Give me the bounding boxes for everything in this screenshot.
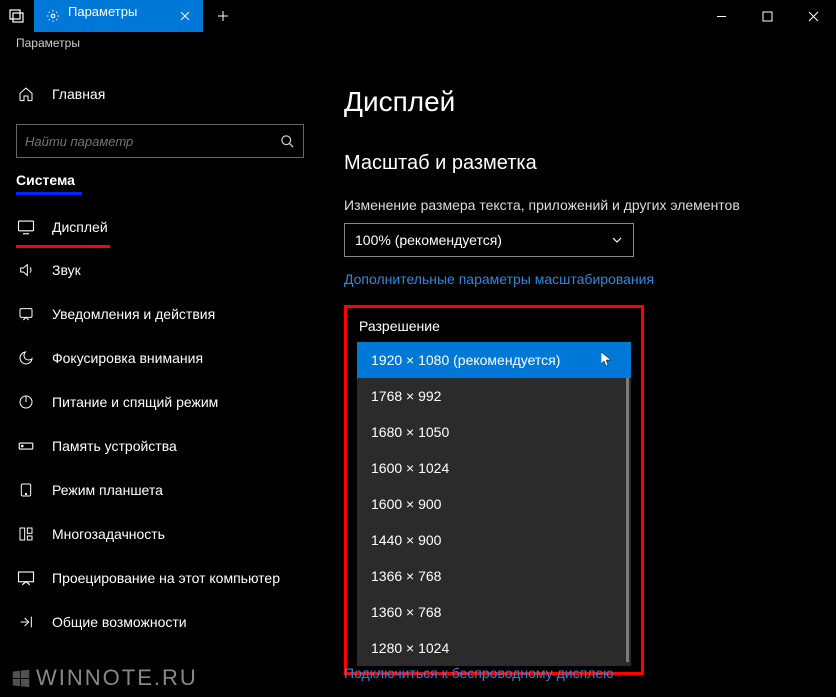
sidebar-item-display[interactable]: Дисплей xyxy=(0,205,320,249)
resolution-label: Разрешение xyxy=(347,314,641,342)
sidebar-item-label: Многозадачность xyxy=(52,526,165,542)
content-pane: Дисплей Масштаб и разметка Изменение раз… xyxy=(320,60,836,697)
sidebar-item-label: Память устройства xyxy=(52,438,177,454)
multitask-icon xyxy=(16,526,36,542)
tablet-icon xyxy=(16,482,36,498)
scale-value: 100% (рекомендуется) xyxy=(355,232,502,248)
sidebar-item-label: Проецирование на этот компьютер xyxy=(52,570,280,586)
resolution-option[interactable]: 1600 × 900 xyxy=(357,486,631,522)
sidebar-item-label: Дисплей xyxy=(52,219,108,235)
tab-label: Параметры xyxy=(68,4,167,19)
storage-icon xyxy=(16,437,36,455)
project-icon xyxy=(16,569,36,587)
resolution-option[interactable]: 1280 × 1024 xyxy=(357,630,631,666)
sidebar-item-projecting[interactable]: Проецирование на этот компьютер xyxy=(0,556,320,600)
scrollbar[interactable] xyxy=(626,378,629,662)
sidebar-item-focus[interactable]: Фокусировка внимания xyxy=(0,336,320,380)
sidebar-item-label: Уведомления и действия xyxy=(52,306,215,322)
resolution-group: Разрешение 1920 × 1080 (рекомендуется) 1… xyxy=(344,305,644,675)
sidebar-item-label: Режим планшета xyxy=(52,482,163,498)
section-underline xyxy=(16,192,82,195)
sidebar-home-label: Главная xyxy=(52,86,105,102)
sidebar-item-power[interactable]: Питание и спящий режим xyxy=(0,380,320,424)
sidebar-item-shared[interactable]: Общие возможности xyxy=(0,600,320,644)
resolution-dropdown[interactable]: 1920 × 1080 (рекомендуется) 1768 × 992 1… xyxy=(357,342,631,666)
breadcrumb: Параметры xyxy=(0,32,836,60)
search-input[interactable] xyxy=(16,124,304,158)
windows-icon xyxy=(10,667,32,689)
resolution-option[interactable]: 1600 × 1024 xyxy=(357,450,631,486)
sidebar-item-tablet[interactable]: Режим планшета xyxy=(0,468,320,512)
display-icon xyxy=(16,218,36,236)
scale-combobox[interactable]: 100% (рекомендуется) xyxy=(344,223,634,257)
maximize-button[interactable] xyxy=(744,0,790,32)
cursor-icon xyxy=(601,352,613,368)
sidebar: Главная Система Дисплей Звук xyxy=(0,60,320,697)
sidebar-item-label: Звук xyxy=(52,262,81,278)
section-heading: Масштаб и разметка xyxy=(344,152,816,175)
advanced-scaling-link[interactable]: Дополнительные параметры масштабирования xyxy=(344,271,816,287)
sidebar-section-title: Система xyxy=(0,172,320,192)
close-button[interactable] xyxy=(790,0,836,32)
sidebar-item-notifications[interactable]: Уведомления и действия xyxy=(0,292,320,336)
tab-close-icon[interactable] xyxy=(175,11,195,21)
power-icon xyxy=(16,394,36,410)
shared-icon xyxy=(16,614,36,630)
tab-settings[interactable]: Параметры xyxy=(34,0,203,32)
notifications-icon xyxy=(16,306,36,322)
scale-label: Изменение размера текста, приложений и д… xyxy=(344,197,816,213)
resolution-option[interactable]: 1680 × 1050 xyxy=(357,414,631,450)
resolution-option[interactable]: 1768 × 992 xyxy=(357,378,631,414)
resolution-option[interactable]: 1360 × 768 xyxy=(357,594,631,630)
sidebar-item-sound[interactable]: Звук xyxy=(0,248,320,292)
resolution-option[interactable]: 1366 × 768 xyxy=(357,558,631,594)
minimize-button[interactable] xyxy=(698,0,744,32)
moon-icon xyxy=(16,350,36,366)
page-title: Дисплей xyxy=(344,86,816,118)
resolution-option[interactable]: 1440 × 900 xyxy=(357,522,631,558)
search-field[interactable] xyxy=(25,134,245,149)
gear-icon xyxy=(46,9,60,23)
sidebar-item-multitask[interactable]: Многозадачность xyxy=(0,512,320,556)
search-icon xyxy=(280,134,295,149)
sidebar-item-storage[interactable]: Память устройства xyxy=(0,424,320,468)
home-icon xyxy=(16,86,36,102)
chevron-down-icon xyxy=(611,234,623,246)
title-bar: Параметры xyxy=(0,0,836,32)
watermark: WINNOTE.RU xyxy=(10,665,198,691)
sidebar-item-label: Питание и спящий режим xyxy=(52,394,218,410)
new-tab-button[interactable] xyxy=(203,0,243,32)
sidebar-item-label: Фокусировка внимания xyxy=(52,350,203,366)
sidebar-home[interactable]: Главная xyxy=(0,72,320,116)
task-view-icon[interactable] xyxy=(0,0,34,32)
resolution-option[interactable]: 1920 × 1080 (рекомендуется) xyxy=(357,342,631,378)
wireless-display-link[interactable]: Подключиться к беспроводному дисплею xyxy=(344,665,614,681)
sidebar-item-label: Общие возможности xyxy=(52,614,187,630)
sound-icon xyxy=(16,262,36,278)
